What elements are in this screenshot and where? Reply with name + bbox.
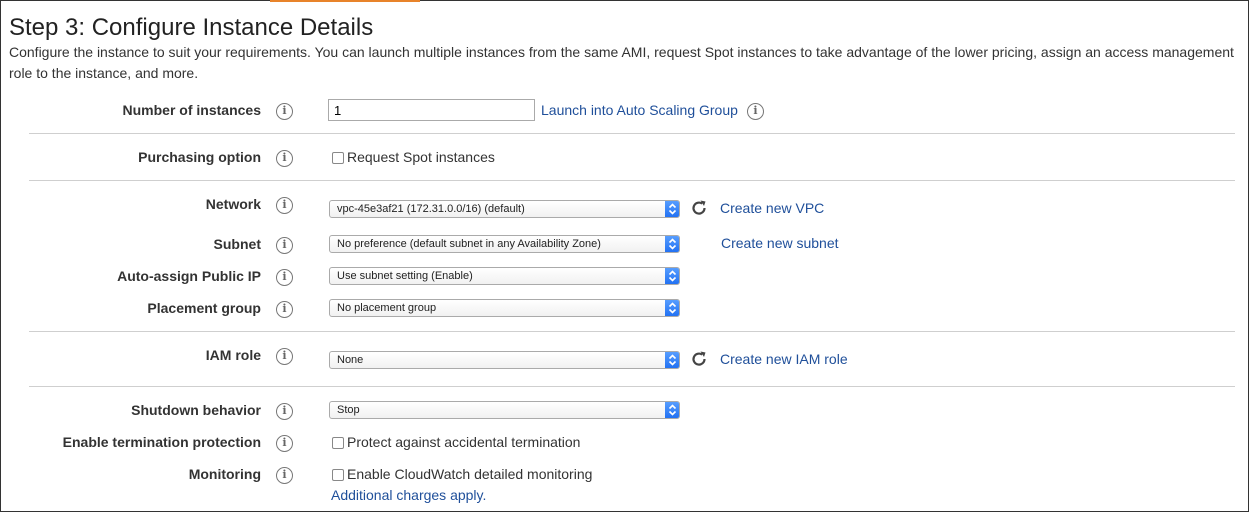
network-select-value: vpc-45e3af21 (172.31.0.0/16) (default) bbox=[337, 203, 525, 215]
info-icon[interactable]: i bbox=[276, 467, 293, 484]
create-new-vpc-link[interactable]: Create new VPC bbox=[720, 200, 824, 216]
refresh-icon[interactable] bbox=[689, 349, 709, 369]
info-icon[interactable]: i bbox=[276, 103, 293, 120]
section-divider bbox=[29, 133, 1235, 134]
request-spot-checkbox[interactable] bbox=[332, 152, 344, 164]
auto-assign-ip-label: Auto-assign Public IP bbox=[117, 268, 261, 284]
active-tab-indicator bbox=[270, 0, 420, 2]
chevron-updown-icon bbox=[665, 352, 679, 368]
iam-role-select[interactable]: None bbox=[329, 351, 680, 369]
info-icon[interactable]: i bbox=[276, 348, 293, 365]
create-new-iam-role-link[interactable]: Create new IAM role bbox=[720, 351, 848, 367]
network-label: Network bbox=[205, 196, 261, 212]
shutdown-behavior-select[interactable]: Stop bbox=[329, 401, 680, 419]
chevron-updown-icon bbox=[665, 236, 679, 252]
auto-assign-ip-select[interactable]: Use subnet setting (Enable) bbox=[329, 267, 680, 285]
placement-group-select[interactable]: No placement group bbox=[329, 299, 680, 317]
create-new-subnet-link[interactable]: Create new subnet bbox=[721, 235, 839, 251]
page-description: Configure the instance to suit your requ… bbox=[9, 44, 1234, 81]
info-icon[interactable]: i bbox=[276, 435, 293, 452]
monitoring-checkbox[interactable] bbox=[332, 469, 344, 481]
page-title: Step 3: Configure Instance Details bbox=[9, 14, 374, 41]
info-icon[interactable]: i bbox=[747, 103, 764, 120]
additional-charges-link[interactable]: Additional charges apply. bbox=[331, 487, 486, 503]
info-icon[interactable]: i bbox=[276, 301, 293, 318]
number-of-instances-label: Number of instances bbox=[122, 102, 261, 118]
shutdown-behavior-label: Shutdown behavior bbox=[131, 402, 261, 418]
info-icon[interactable]: i bbox=[276, 197, 293, 214]
iam-role-label: IAM role bbox=[205, 347, 261, 363]
monitoring-checkbox-label[interactable]: Enable CloudWatch detailed monitoring bbox=[347, 466, 592, 482]
section-divider bbox=[29, 386, 1235, 387]
placement-group-select-value: No placement group bbox=[337, 302, 437, 314]
termination-protection-checkbox[interactable] bbox=[332, 437, 344, 449]
chevron-updown-icon bbox=[665, 402, 679, 418]
termination-protection-checkbox-label[interactable]: Protect against accidental termination bbox=[347, 434, 580, 450]
auto-assign-ip-select-value: Use subnet setting (Enable) bbox=[337, 270, 473, 282]
section-divider bbox=[29, 331, 1235, 332]
info-icon[interactable]: i bbox=[276, 269, 293, 286]
placement-group-label: Placement group bbox=[147, 300, 261, 316]
number-of-instances-input[interactable] bbox=[328, 99, 535, 121]
termination-protection-label: Enable termination protection bbox=[62, 434, 261, 450]
request-spot-label[interactable]: Request Spot instances bbox=[347, 149, 495, 165]
monitoring-label: Monitoring bbox=[188, 466, 261, 482]
shutdown-behavior-select-value: Stop bbox=[337, 404, 360, 416]
info-icon[interactable]: i bbox=[276, 150, 293, 167]
refresh-icon[interactable] bbox=[689, 198, 709, 218]
subnet-select-value: No preference (default subnet in any Ava… bbox=[337, 238, 601, 250]
info-icon[interactable]: i bbox=[276, 237, 293, 254]
launch-auto-scaling-link[interactable]: Launch into Auto Scaling Group bbox=[541, 102, 738, 118]
info-icon[interactable]: i bbox=[276, 403, 293, 420]
subnet-label: Subnet bbox=[213, 236, 261, 252]
network-select[interactable]: vpc-45e3af21 (172.31.0.0/16) (default) bbox=[329, 200, 680, 218]
subnet-select[interactable]: No preference (default subnet in any Ava… bbox=[329, 235, 680, 253]
purchasing-option-label: Purchasing option bbox=[138, 149, 261, 165]
chevron-updown-icon bbox=[665, 268, 679, 284]
chevron-updown-icon bbox=[665, 201, 679, 217]
chevron-updown-icon bbox=[665, 300, 679, 316]
section-divider bbox=[29, 180, 1235, 181]
iam-role-select-value: None bbox=[337, 354, 364, 366]
